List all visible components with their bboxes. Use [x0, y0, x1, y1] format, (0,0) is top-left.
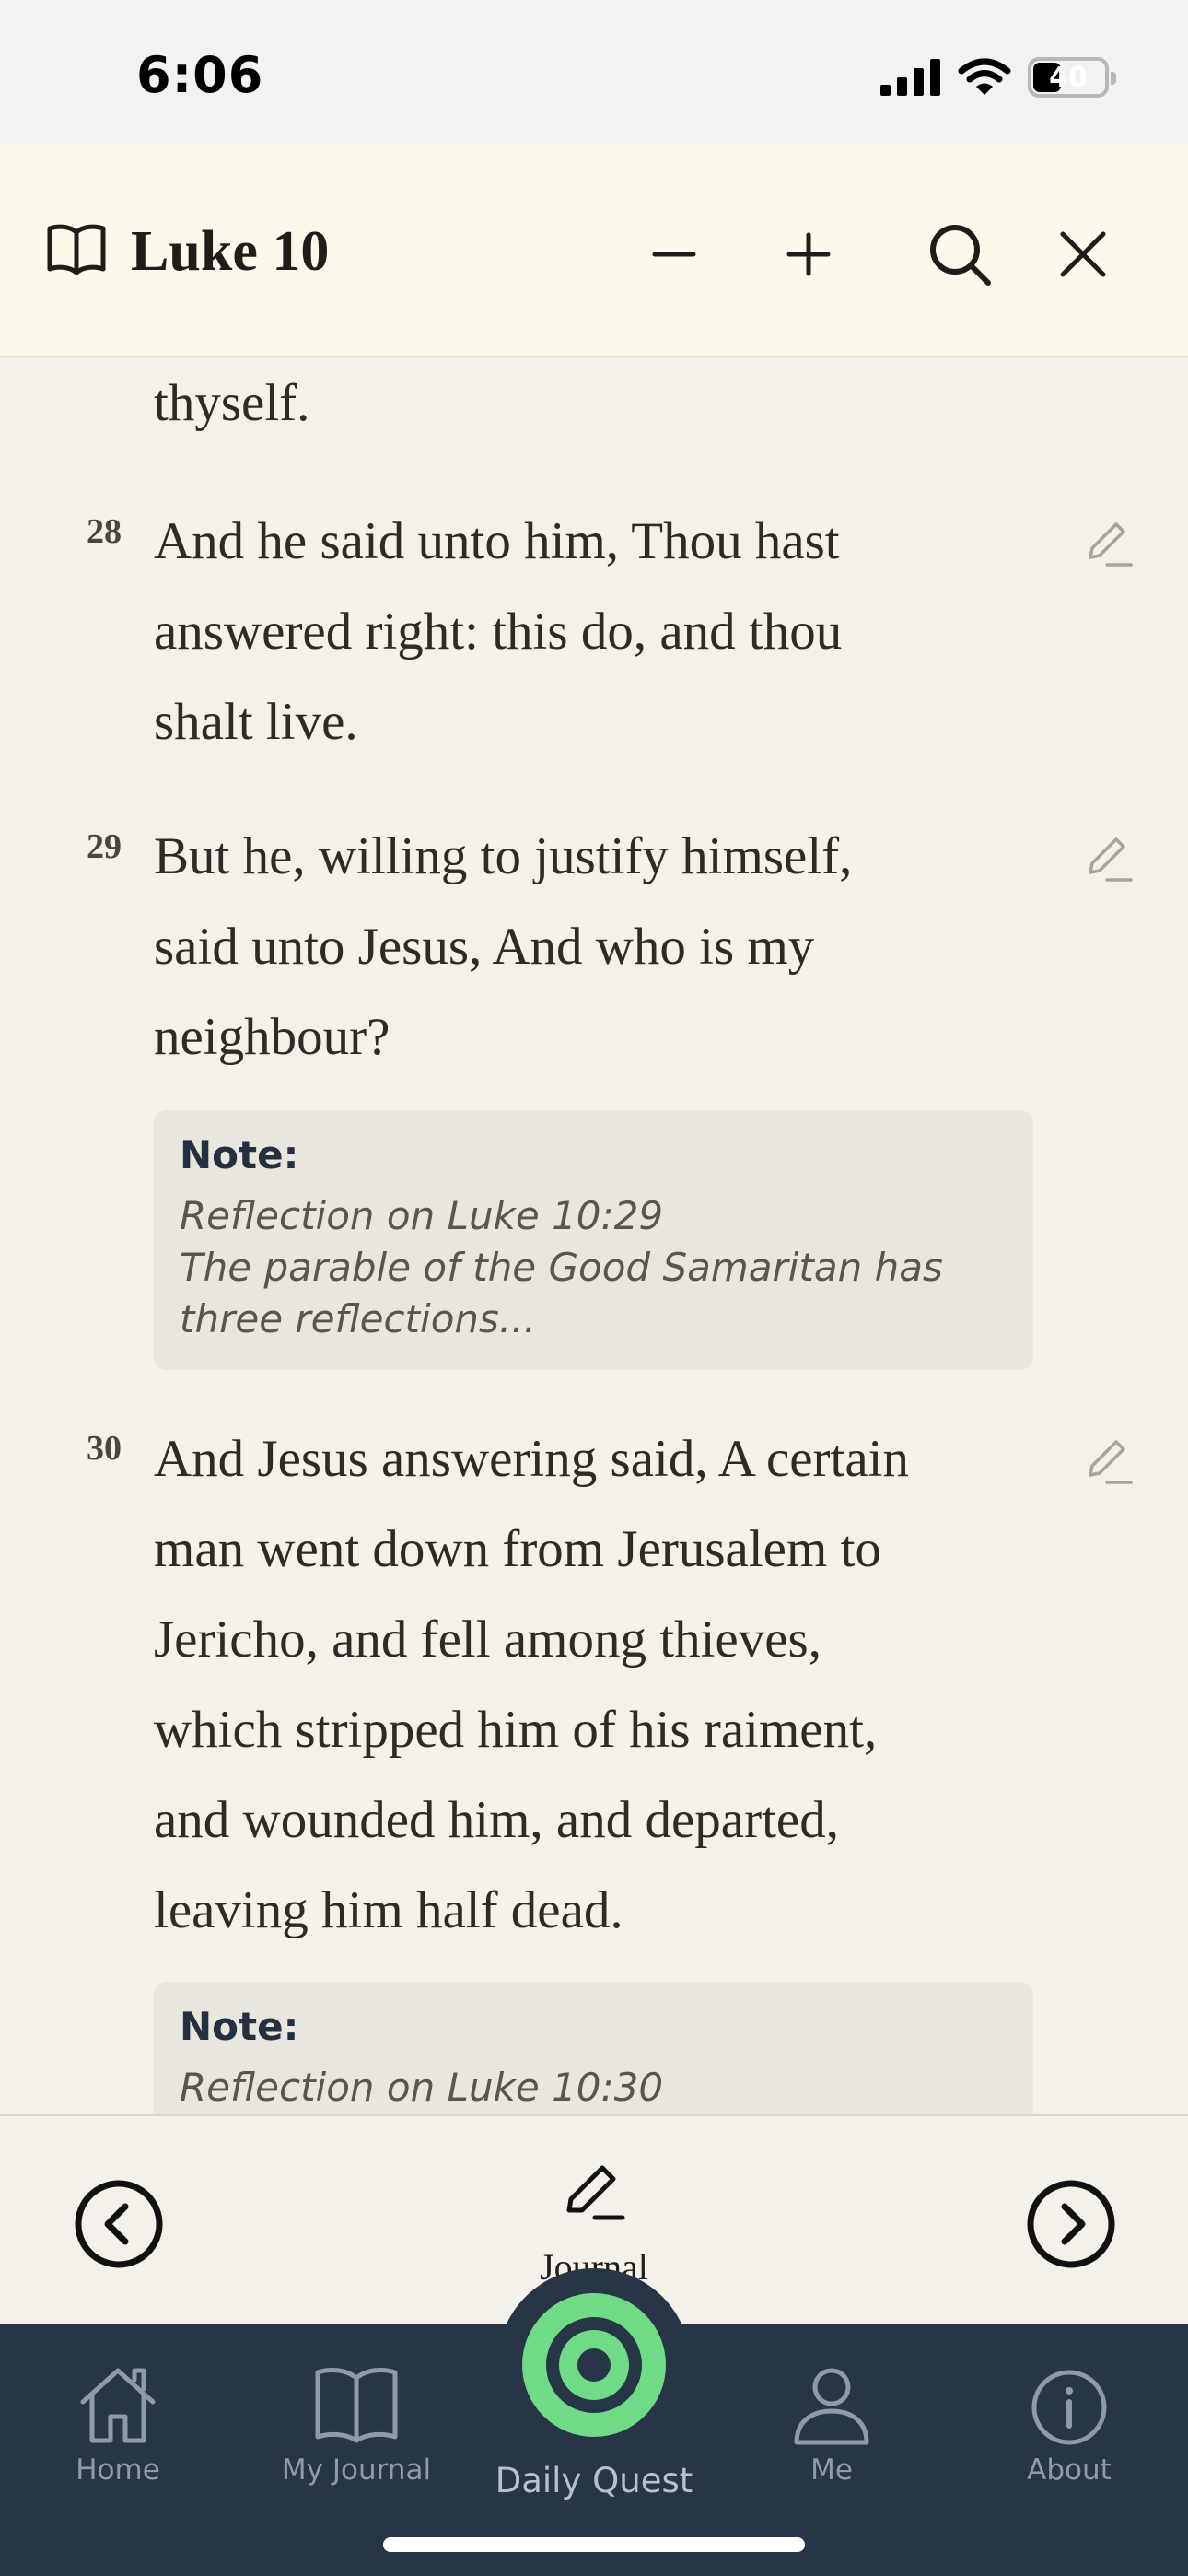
verse-line: neighbour? — [154, 1008, 390, 1066]
verse-line: man went down from Jerusalem to — [154, 1520, 881, 1578]
status-time: 6:06 — [136, 46, 264, 104]
status-icons: 40 — [880, 57, 1116, 98]
increase-font-button[interactable] — [774, 219, 844, 289]
verse-line: shalt live. — [154, 693, 358, 751]
book-icon — [47, 224, 106, 275]
verse-text-30: And Jesus answering said, A certain man … — [154, 1414, 1056, 1956]
person-icon — [794, 2368, 869, 2445]
verse-line: said unto Jesus, And who is my — [154, 918, 815, 976]
verse-line: Jericho, and fell among thieves, — [154, 1610, 821, 1669]
note-title: Reflection on Luke 10:30 — [180, 2065, 664, 2110]
verse-line: And Jesus answering said, A certain — [154, 1430, 910, 1488]
verse-number: 28 — [87, 512, 122, 551]
battery-icon: 40 — [1028, 57, 1116, 98]
edit-note-icon[interactable] — [1079, 832, 1135, 887]
edit-note-icon[interactable] — [1079, 1434, 1135, 1490]
verse-line: which stripped him of his raiment, — [154, 1701, 878, 1759]
verse-text-28: And he said unto him, Thou hast answered… — [154, 497, 1056, 767]
pencil-icon[interactable] — [562, 2159, 626, 2223]
verse-line: leaving him half dead. — [154, 1881, 623, 1939]
target-icon[interactable] — [520, 2291, 668, 2439]
note-title: Reflection on Luke 10:29 — [180, 1193, 664, 1238]
verse-tail: thyself. — [154, 374, 310, 432]
decrease-font-button[interactable] — [639, 219, 709, 289]
wifi-icon — [958, 58, 1011, 95]
note-excerpt: The parable of the Good Samaritan has — [180, 1245, 943, 1290]
verse-number: 29 — [87, 827, 122, 866]
battery-percent: 40 — [1049, 61, 1088, 94]
note-excerpt: three reflections... — [180, 1296, 536, 1341]
close-icon — [1060, 231, 1106, 277]
verse-line: answered right: this do, and thou — [154, 603, 843, 661]
verse-line: But he, willing to justify himself, — [154, 827, 853, 885]
home-icon — [80, 2368, 156, 2443]
edit-note-icon[interactable] — [1079, 517, 1135, 572]
note-card[interactable]: Note: Reflection on Luke 10:30 — [154, 1982, 1033, 2114]
verse-number: 30 — [87, 1429, 122, 1468]
home-indicator — [383, 2537, 805, 2552]
search-icon — [930, 225, 991, 286]
tab-label-daily-quest[interactable]: Daily Quest — [0, 2461, 1188, 2500]
status-bar: 6:06 40 — [0, 0, 1188, 144]
note-label: Note: — [180, 1132, 299, 1177]
search-button[interactable] — [925, 219, 995, 289]
chapter-title: Luke 10 — [131, 220, 330, 283]
cellular-signal-icon — [880, 59, 940, 96]
info-icon — [1031, 2370, 1107, 2445]
verse-line: And he said unto him, Thou hast — [154, 512, 840, 570]
verse-line: and wounded him, and departed, — [154, 1791, 839, 1849]
plus-icon — [786, 232, 831, 276]
passage-content[interactable]: thyself. 28 And he said unto him, Thou h… — [0, 358, 1188, 2114]
verse-text-29: But he, willing to justify himself, said… — [154, 812, 1056, 1083]
reader-header: Luke 10 — [0, 144, 1188, 357]
note-card[interactable]: Note: Reflection on Luke 10:29 The parab… — [154, 1110, 1033, 1370]
battery-cap — [1111, 72, 1116, 85]
open-book-icon — [315, 2368, 398, 2443]
close-button[interactable] — [1048, 219, 1118, 289]
chevron-right-circle-icon[interactable] — [1026, 2179, 1116, 2269]
minus-icon — [652, 252, 696, 257]
note-label: Note: — [180, 2004, 299, 2049]
